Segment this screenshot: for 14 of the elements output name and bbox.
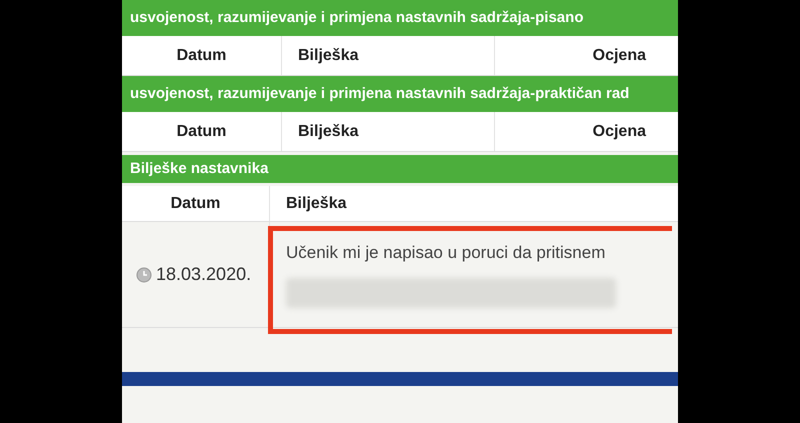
column-header: Datum bbox=[122, 112, 282, 151]
column-header: Bilješka bbox=[282, 112, 495, 151]
section-header: usvojenost, razumijevanje i primjena nastavnih sadržaja-praktičan rad bbox=[122, 76, 678, 112]
section-header: Bilješke nastavnika bbox=[122, 155, 678, 183]
column-header: Bilješka bbox=[285, 194, 348, 214]
column-header: Ocjena bbox=[592, 46, 648, 66]
date-text: 18.03.2020. bbox=[156, 263, 252, 286]
column-header: Bilješka bbox=[282, 36, 495, 75]
note-text: Učenik mi je napisao u poruci da pritisnem bbox=[286, 242, 606, 264]
column-header: Datum bbox=[122, 36, 282, 75]
clock-icon bbox=[136, 266, 152, 282]
column-header: Datum bbox=[122, 186, 270, 221]
section-header: usvojenost, razumijevanje i primjena nastavnih sadržaja-pisano bbox=[122, 0, 678, 36]
column-header: Ocjena bbox=[592, 122, 648, 142]
